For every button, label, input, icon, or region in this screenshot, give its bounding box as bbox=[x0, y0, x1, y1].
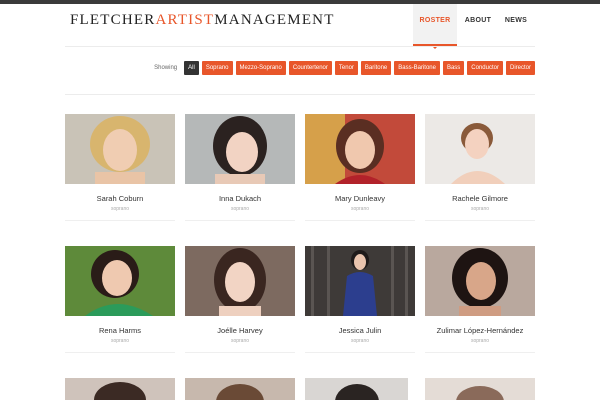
nav-about[interactable]: ABOUT bbox=[457, 4, 499, 46]
artist-name[interactable]: Zulimar López-Hernández bbox=[425, 326, 535, 335]
filter-tenor[interactable]: Tenor bbox=[334, 61, 358, 75]
artist-name[interactable]: Sarah Coburn bbox=[65, 194, 175, 203]
artist-card[interactable]: Rena Harms soprano bbox=[65, 246, 175, 353]
main-nav: ROSTER ABOUT NEWS bbox=[413, 4, 533, 49]
card-divider bbox=[305, 352, 415, 353]
card-divider bbox=[65, 220, 175, 221]
artist-photo[interactable] bbox=[425, 246, 535, 316]
filter-director[interactable]: Director bbox=[505, 61, 535, 75]
artist-photo[interactable] bbox=[305, 246, 415, 316]
artist-card[interactable] bbox=[185, 378, 295, 400]
filter-bass-baritone[interactable]: Bass-Baritone bbox=[394, 61, 440, 75]
artist-name[interactable]: Rena Harms bbox=[65, 326, 175, 335]
brand-logo[interactable]: FLETCHERARTISTMANAGEMENT bbox=[70, 12, 335, 29]
artist-voice: soprano bbox=[230, 338, 250, 344]
artist-photo[interactable] bbox=[65, 378, 175, 400]
nav-roster-label: ROSTER bbox=[419, 17, 451, 24]
card-divider bbox=[185, 352, 295, 353]
filter-bass[interactable]: Bass bbox=[442, 61, 465, 75]
artist-card[interactable]: Jessica Julin soprano bbox=[305, 246, 415, 353]
artist-voice: soprano bbox=[110, 338, 130, 344]
brand-part-1: FLETCHER bbox=[70, 12, 156, 28]
artist-voice: soprano bbox=[230, 206, 250, 212]
nav-news-label: NEWS bbox=[504, 17, 528, 24]
card-divider bbox=[425, 220, 535, 221]
filter-soprano[interactable]: Soprano bbox=[201, 61, 233, 75]
artist-card[interactable]: Inna Dukach soprano bbox=[185, 114, 295, 221]
card-divider bbox=[65, 352, 175, 353]
filter-bar: Showing All Soprano Mezzo-Soprano Counte… bbox=[154, 61, 535, 75]
filter-countertenor[interactable]: Countertenor bbox=[288, 61, 332, 75]
card-divider bbox=[185, 220, 295, 221]
artist-photo[interactable] bbox=[305, 378, 408, 400]
filter-divider bbox=[65, 94, 535, 95]
artist-photo[interactable] bbox=[425, 114, 535, 184]
artist-card[interactable]: Mary Dunleavy soprano bbox=[305, 114, 415, 221]
artist-card[interactable]: Rachele Gilmore soprano bbox=[425, 114, 535, 221]
artist-name[interactable]: Inna Dukach bbox=[185, 194, 295, 203]
artist-name[interactable]: Joélle Harvey bbox=[185, 326, 295, 335]
artist-card[interactable] bbox=[65, 378, 175, 400]
filter-baritone[interactable]: Baritone bbox=[360, 61, 392, 75]
artist-photo[interactable] bbox=[185, 114, 295, 184]
nav-about-label: ABOUT bbox=[464, 17, 492, 24]
card-divider bbox=[305, 220, 415, 221]
artist-card[interactable]: Sarah Coburn soprano bbox=[65, 114, 175, 221]
artist-name[interactable]: Jessica Julin bbox=[305, 326, 415, 335]
artist-voice: soprano bbox=[470, 338, 490, 344]
artist-photo[interactable] bbox=[65, 114, 175, 184]
artist-photo[interactable] bbox=[65, 246, 175, 316]
filter-mezzo-soprano[interactable]: Mezzo-Soprano bbox=[235, 61, 286, 75]
artist-card[interactable] bbox=[305, 378, 408, 400]
card-divider bbox=[425, 352, 535, 353]
artist-card[interactable] bbox=[425, 378, 535, 400]
artist-photo[interactable] bbox=[425, 378, 535, 400]
filter-all[interactable]: All bbox=[184, 61, 199, 75]
nav-news[interactable]: NEWS bbox=[499, 4, 533, 46]
artist-card[interactable]: Zulimar López-Hernández soprano bbox=[425, 246, 535, 353]
artist-voice: soprano bbox=[470, 206, 490, 212]
header-divider bbox=[65, 46, 535, 47]
showing-label: Showing bbox=[154, 65, 178, 71]
brand-part-2: ARTIST bbox=[155, 12, 215, 28]
artist-voice: soprano bbox=[350, 206, 370, 212]
artist-photo[interactable] bbox=[305, 114, 415, 184]
filter-conductor[interactable]: Conductor bbox=[467, 61, 503, 75]
artist-photo[interactable] bbox=[185, 246, 295, 316]
artist-voice: soprano bbox=[110, 206, 130, 212]
artist-card[interactable]: Joélle Harvey soprano bbox=[185, 246, 295, 353]
artist-name[interactable]: Mary Dunleavy bbox=[305, 194, 415, 203]
nav-roster[interactable]: ROSTER bbox=[413, 4, 457, 49]
artist-name[interactable]: Rachele Gilmore bbox=[425, 194, 535, 203]
artist-voice: soprano bbox=[350, 338, 370, 344]
brand-part-3: MANAGEMENT bbox=[214, 12, 335, 28]
artist-photo[interactable] bbox=[185, 378, 295, 400]
